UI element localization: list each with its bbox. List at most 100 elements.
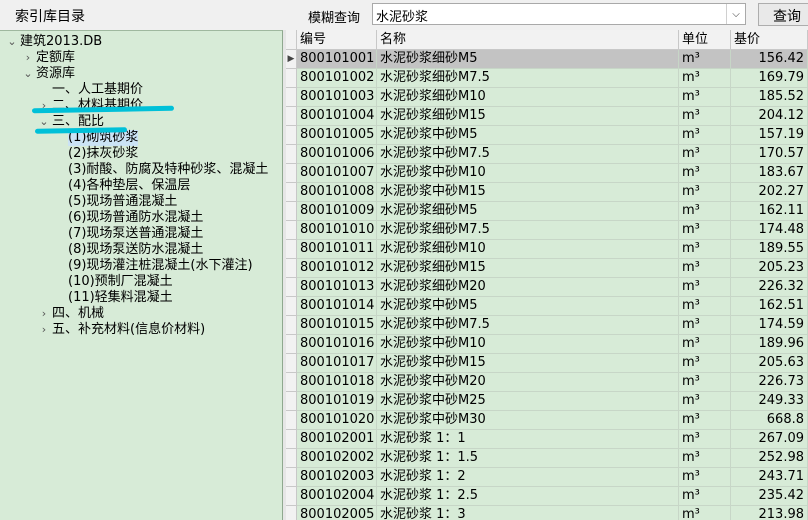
price-cell: 189.96: [731, 335, 808, 354]
table-row[interactable]: 800101002 水泥砂浆细砂M7.5 m³ 169.79: [286, 69, 808, 88]
name-cell: 水泥砂浆中砂M15: [377, 354, 679, 373]
table-row[interactable]: 800101005 水泥砂浆中砂M5 m³ 157.19: [286, 126, 808, 145]
name-cell: 水泥砂浆细砂M7.5: [377, 221, 679, 240]
price-cell: 226.73: [731, 373, 808, 392]
chevron-down-icon[interactable]: ⌄: [22, 66, 34, 82]
column-header-code[interactable]: 编号: [297, 30, 377, 49]
table-row[interactable]: 800101016 水泥砂浆中砂M10 m³ 189.96: [286, 335, 808, 354]
resource-table: 编号 名称 单位 基价 ▶ 800101001 水泥砂浆细砂M5 m³ 156.42 80…: [286, 30, 808, 520]
code-cell: 800101011: [297, 240, 377, 259]
current-row-indicator-icon[interactable]: ▶: [286, 50, 297, 69]
row-indicator[interactable]: [286, 316, 297, 335]
row-indicator[interactable]: [286, 411, 297, 430]
name-cell: 水泥砂浆细砂M10: [377, 88, 679, 107]
unit-cell: m³: [679, 430, 731, 449]
row-indicator[interactable]: [286, 240, 297, 259]
unit-cell: m³: [679, 506, 731, 520]
row-indicator[interactable]: [286, 278, 297, 297]
unit-cell: m³: [679, 354, 731, 373]
table-row[interactable]: 800101007 水泥砂浆中砂M10 m³ 183.67: [286, 164, 808, 183]
tree-node-label: 一、人工基期价: [52, 82, 144, 97]
row-indicator[interactable]: [286, 164, 297, 183]
table-row[interactable]: 800101010 水泥砂浆细砂M7.5 m³ 174.48: [286, 221, 808, 240]
table-row[interactable]: 800101014 水泥砂浆中砂M5 m³ 162.51: [286, 297, 808, 316]
price-cell: 235.42: [731, 487, 808, 506]
table-row[interactable]: 800101013 水泥砂浆细砂M20 m³ 226.32: [286, 278, 808, 297]
row-indicator[interactable]: [286, 221, 297, 240]
row-indicator[interactable]: [286, 335, 297, 354]
code-cell: 800101019: [297, 392, 377, 411]
chevron-right-icon[interactable]: ›: [38, 306, 50, 322]
name-cell: 水泥砂浆中砂M10: [377, 164, 679, 183]
name-cell: 水泥砂浆细砂M5: [377, 50, 679, 69]
search-combobox[interactable]: 水泥砂浆 ⌵: [372, 3, 746, 25]
row-indicator[interactable]: [286, 183, 297, 202]
price-cell: 157.19: [731, 126, 808, 145]
fuzzy-search-label: 模糊查询: [308, 11, 361, 26]
tree-node-label: (5)现场普通混凝土: [68, 194, 178, 209]
chevron-right-icon[interactable]: ›: [22, 50, 34, 66]
table-row[interactable]: 800101012 水泥砂浆细砂M15 m³ 205.23: [286, 259, 808, 278]
row-indicator[interactable]: [286, 69, 297, 88]
code-cell: 800101010: [297, 221, 377, 240]
search-input[interactable]: 水泥砂浆: [376, 6, 428, 25]
price-cell: 204.12: [731, 107, 808, 126]
tree-node-label: (7)现场泵送普通混凝土: [68, 226, 204, 241]
row-indicator[interactable]: [286, 88, 297, 107]
unit-cell: m³: [679, 240, 731, 259]
table-header: 编号 名称 单位 基价: [286, 30, 808, 50]
table-row[interactable]: 800101011 水泥砂浆细砂M10 m³ 189.55: [286, 240, 808, 259]
price-cell: 243.71: [731, 468, 808, 487]
table-row[interactable]: 800102003 水泥砂浆 1：2 m³ 243.71: [286, 468, 808, 487]
row-indicator[interactable]: [286, 487, 297, 506]
row-indicator[interactable]: [286, 354, 297, 373]
table-row[interactable]: 800101004 水泥砂浆细砂M15 m³ 204.12: [286, 107, 808, 126]
chevron-down-icon[interactable]: ⌵: [726, 4, 745, 24]
unit-cell: m³: [679, 335, 731, 354]
row-indicator[interactable]: [286, 506, 297, 520]
query-button[interactable]: 查询: [758, 3, 808, 26]
column-header-unit[interactable]: 单位: [679, 30, 731, 49]
code-cell: 800101017: [297, 354, 377, 373]
table-row[interactable]: 800101003 水泥砂浆细砂M10 m³ 185.52: [286, 88, 808, 107]
row-indicator[interactable]: [286, 202, 297, 221]
table-row[interactable]: 800102004 水泥砂浆 1：2.5 m³ 235.42: [286, 487, 808, 506]
column-header-price[interactable]: 基价: [731, 30, 808, 49]
table-row[interactable]: 800101017 水泥砂浆中砂M15 m³ 205.63: [286, 354, 808, 373]
chevron-right-icon[interactable]: ›: [38, 322, 50, 338]
code-cell: 800101002: [297, 69, 377, 88]
unit-cell: m³: [679, 411, 731, 430]
row-indicator[interactable]: [286, 449, 297, 468]
tree-node-label: (2)抹灰砂浆: [68, 146, 139, 161]
table-row[interactable]: 800102002 水泥砂浆 1：1.5 m³ 252.98: [286, 449, 808, 468]
row-indicator[interactable]: [286, 107, 297, 126]
table-row[interactable]: 800101019 水泥砂浆中砂M25 m³ 249.33: [286, 392, 808, 411]
price-cell: 205.63: [731, 354, 808, 373]
table-row[interactable]: 800101018 水泥砂浆中砂M20 m³ 226.73: [286, 373, 808, 392]
column-header-name[interactable]: 名称: [377, 30, 679, 49]
row-indicator[interactable]: [286, 126, 297, 145]
row-indicator[interactable]: [286, 392, 297, 411]
row-indicator[interactable]: [286, 297, 297, 316]
table-row[interactable]: 800101009 水泥砂浆细砂M5 m³ 162.11: [286, 202, 808, 221]
row-indicator[interactable]: [286, 145, 297, 164]
name-cell: 水泥砂浆中砂M10: [377, 335, 679, 354]
price-cell: 249.33: [731, 392, 808, 411]
table-row[interactable]: 800101015 水泥砂浆中砂M7.5 m³ 174.59: [286, 316, 808, 335]
unit-cell: m³: [679, 487, 731, 506]
table-row[interactable]: 800101020 水泥砂浆中砂M30 m³ 668.8: [286, 411, 808, 430]
table-row[interactable]: 800102005 水泥砂浆 1：3 m³ 213.98: [286, 506, 808, 520]
row-indicator[interactable]: [286, 468, 297, 487]
row-indicator[interactable]: [286, 259, 297, 278]
code-cell: 800101013: [297, 278, 377, 297]
table-row[interactable]: 800101008 水泥砂浆中砂M15 m³ 202.27: [286, 183, 808, 202]
chevron-down-icon[interactable]: ⌄: [6, 34, 18, 50]
name-cell: 水泥砂浆中砂M20: [377, 373, 679, 392]
price-cell: 205.23: [731, 259, 808, 278]
table-row[interactable]: ▶ 800101001 水泥砂浆细砂M5 m³ 156.42: [286, 50, 808, 69]
row-indicator[interactable]: [286, 373, 297, 392]
code-cell: 800102004: [297, 487, 377, 506]
table-row[interactable]: 800101006 水泥砂浆中砂M7.5 m³ 170.57: [286, 145, 808, 164]
table-row[interactable]: 800102001 水泥砂浆 1：1 m³ 267.09: [286, 430, 808, 449]
row-indicator[interactable]: [286, 430, 297, 449]
